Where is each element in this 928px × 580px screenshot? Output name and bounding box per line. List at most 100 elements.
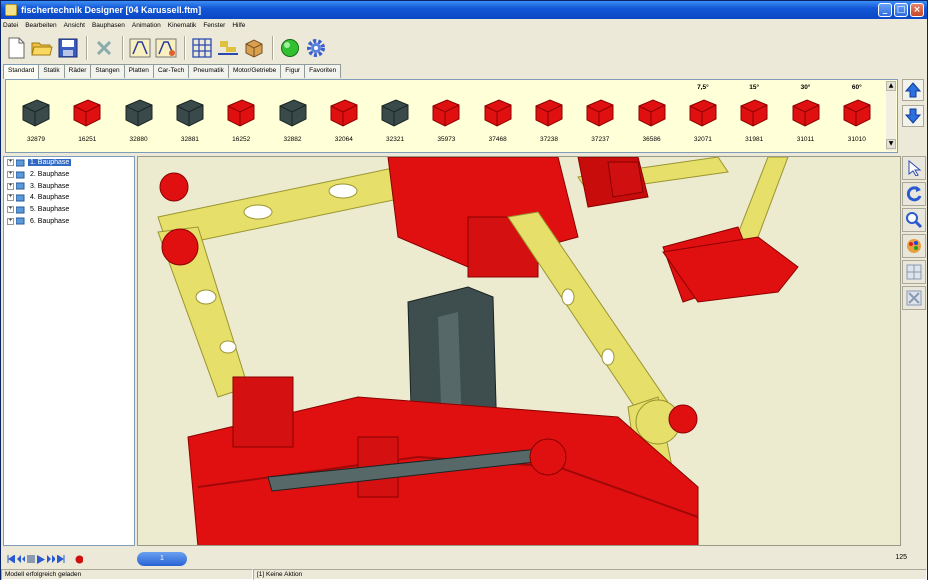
part-37238[interactable]: 37238 (525, 82, 573, 150)
part-angle: 60° (851, 84, 862, 91)
green-ball-icon[interactable] (278, 36, 302, 60)
part-icon (125, 99, 153, 127)
box-icon[interactable] (242, 36, 266, 60)
build-phase-edit-icon[interactable] (154, 36, 178, 60)
phase-slider[interactable]: 1 (137, 552, 187, 566)
part-36586[interactable]: 36586 (628, 82, 676, 150)
maximize-button[interactable]: □ (894, 3, 908, 17)
menu-bauphasen[interactable]: Bauphasen (92, 22, 125, 29)
part-31011[interactable]: 30° 31011 (782, 82, 830, 150)
last-frame-icon[interactable] (57, 555, 65, 564)
expand-icon[interactable]: + (7, 217, 14, 225)
scroll-down-icon[interactable]: ▼ (886, 139, 896, 149)
tab-raeder[interactable]: Räder (63, 64, 92, 78)
arrow-up-icon[interactable] (902, 79, 924, 101)
part-32321[interactable]: 32321 (371, 82, 419, 150)
tab-statik[interactable]: Statik (38, 64, 65, 78)
expand-icon[interactable]: + (7, 159, 14, 167)
menu-animation[interactable]: Animation (132, 22, 161, 29)
color-icon[interactable] (902, 234, 926, 258)
play-icon[interactable] (37, 554, 45, 564)
part-31010[interactable]: 60° 31010 (833, 82, 881, 150)
part-32881[interactable]: 32881 (166, 82, 214, 150)
part-number: 16252 (232, 136, 251, 143)
phase-icon (16, 159, 25, 167)
tree-item[interactable]: +2. Bauphase (4, 169, 134, 181)
tab-motor-getriebe[interactable]: Motor/Getriebe (227, 64, 282, 78)
first-frame-icon[interactable] (7, 555, 15, 564)
part-31981[interactable]: 15° 31981 (730, 82, 778, 150)
part-icon (227, 99, 255, 127)
part-32880[interactable]: 32880 (115, 82, 163, 150)
build-phase-tree: +1. Bauphase +2. Bauphase +3. Bauphase +… (3, 156, 135, 546)
model-render (157, 157, 799, 545)
scroll-up-icon[interactable]: ▲ (886, 81, 896, 91)
tab-figur[interactable]: Figur (280, 64, 306, 78)
part-number: 36586 (642, 136, 661, 143)
menu-datei[interactable]: Datei (3, 22, 18, 29)
tree-item[interactable]: +6. Bauphase (4, 215, 134, 227)
expand-icon[interactable]: + (7, 182, 14, 190)
phase-icon (16, 194, 25, 202)
zoom-icon[interactable] (902, 208, 926, 232)
expand-icon[interactable]: + (7, 171, 14, 179)
record-icon[interactable] (75, 555, 83, 564)
view-grid-icon[interactable] (902, 260, 926, 284)
menu-kinematik[interactable]: Kinematik (168, 22, 197, 29)
menu-fenster[interactable]: Fenster (203, 22, 225, 29)
part-37237[interactable]: 37237 (576, 82, 624, 150)
palette-scrollbar[interactable]: ▲ ▼ (886, 81, 896, 151)
tab-car-tech[interactable]: Car-Tech (152, 64, 190, 78)
frame-count: 125 (895, 554, 907, 561)
part-32071[interactable]: 7,5° 32071 (679, 82, 727, 150)
pointer-icon[interactable] (902, 156, 926, 180)
part-number: 37237 (591, 136, 610, 143)
build-phase-icon[interactable] (128, 36, 152, 60)
close-button[interactable]: × (910, 3, 924, 17)
tree-item[interactable]: +5. Bauphase (4, 204, 134, 216)
part-35973[interactable]: 35973 (422, 82, 470, 150)
grid-icon[interactable] (190, 36, 214, 60)
part-32064[interactable]: 32064 (320, 82, 368, 150)
status-bar: Modell erfolgreich geladen [1] Keine Akt… (1, 569, 927, 580)
open-folder-icon[interactable] (30, 36, 54, 60)
gear-icon[interactable] (304, 36, 328, 60)
tab-stangen[interactable]: Stangen (90, 64, 125, 78)
tree-item[interactable]: +4. Bauphase (4, 192, 134, 204)
menu-ansicht[interactable]: Ansicht (64, 22, 85, 29)
align-icon[interactable] (216, 36, 240, 60)
part-16251[interactable]: 16251 (63, 82, 111, 150)
part-icon (638, 99, 666, 127)
tab-pneumatik[interactable]: Pneumatik (188, 64, 229, 78)
part-icon (689, 99, 717, 127)
part-16252[interactable]: 16252 (217, 82, 265, 150)
save-icon[interactable] (56, 36, 80, 60)
part-32879[interactable]: 32879 (12, 82, 60, 150)
menu-hilfe[interactable]: Hilfe (232, 22, 245, 29)
tree-item[interactable]: +3. Bauphase (4, 180, 134, 192)
tab-standard[interactable]: Standard (3, 64, 40, 79)
part-angle: 15° (749, 84, 760, 91)
part-icon (535, 99, 563, 127)
new-file-icon[interactable] (4, 36, 28, 60)
view-delete-icon[interactable] (902, 286, 926, 310)
part-32882[interactable]: 32882 (269, 82, 317, 150)
fast-forward-icon[interactable] (47, 555, 55, 564)
minimize-button[interactable]: _ (878, 3, 892, 17)
phase-icon (16, 206, 25, 214)
expand-icon[interactable]: + (7, 206, 14, 214)
menu-bearbeiten[interactable]: Bearbeiten (25, 22, 56, 29)
expand-icon[interactable]: + (7, 194, 14, 202)
part-number: 32879 (26, 136, 46, 143)
tab-favoriten[interactable]: Favoriten (304, 64, 342, 78)
part-37468[interactable]: 37468 (474, 82, 522, 150)
stop-icon[interactable] (27, 555, 35, 564)
rotate-icon[interactable] (902, 182, 926, 206)
arrow-down-icon[interactable] (902, 105, 924, 127)
tab-platten[interactable]: Platten (123, 64, 154, 78)
rewind-icon[interactable] (17, 555, 25, 564)
tree-item[interactable]: +1. Bauphase (4, 157, 134, 169)
delete-icon[interactable] (92, 36, 116, 60)
part-icon (176, 99, 204, 127)
3d-viewport[interactable] (137, 156, 901, 546)
